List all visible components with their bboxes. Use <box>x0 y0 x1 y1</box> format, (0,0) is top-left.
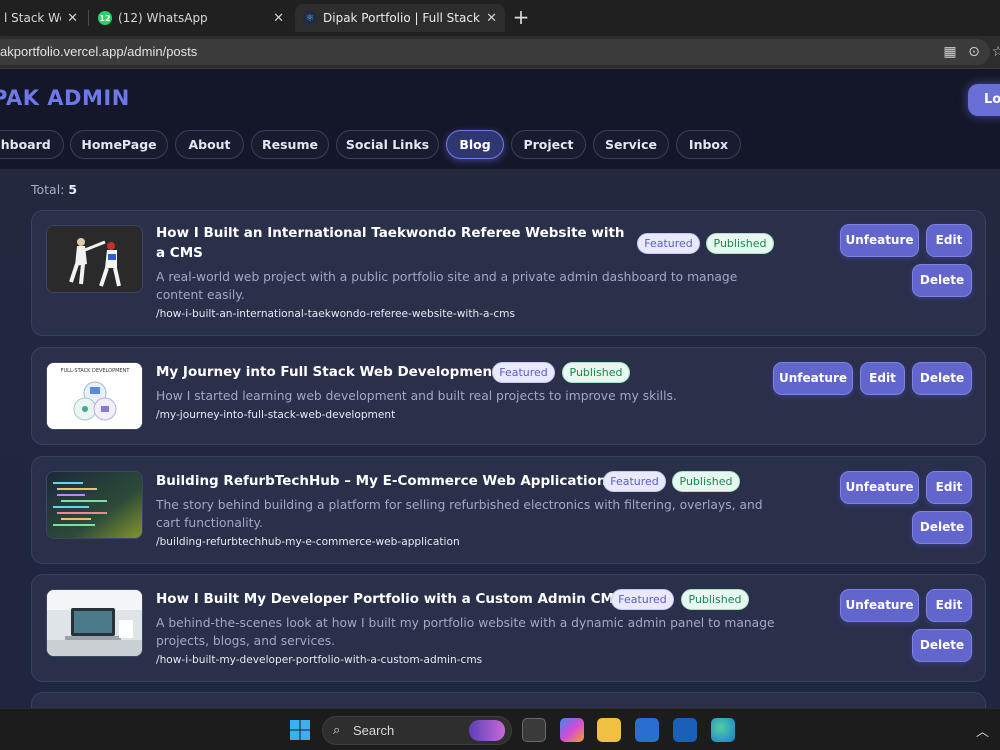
featured-badge: Featured <box>611 589 674 610</box>
total-label: Total: <box>31 182 65 197</box>
task-view-icon[interactable] <box>522 718 546 742</box>
chevron-up-icon[interactable]: ︿ <box>976 721 989 740</box>
post-slug: /how-i-built-an-international-taekwondo-… <box>156 308 515 320</box>
admin-header: PAK ADMIN Lo shboard HomePage About Resu… <box>0 69 1000 169</box>
browser-tab[interactable]: 12 (12) WhatsApp ✕ <box>90 4 292 32</box>
post-slug: /my-journey-into-full-stack-web-developm… <box>156 409 396 421</box>
published-badge: Published <box>562 362 630 383</box>
post-slug: /building-refurbtechhub-my-e-commerce-we… <box>156 536 460 548</box>
react-icon: ⚛ <box>303 11 317 25</box>
edit-button[interactable]: Edit <box>926 589 972 622</box>
edit-button[interactable]: Edit <box>926 224 972 257</box>
post-title[interactable]: Building RefurbTechHub – My E-Commerce W… <box>156 471 606 491</box>
post-card: How I Built an International Taekwondo R… <box>31 210 986 336</box>
nav-about[interactable]: About <box>175 130 244 159</box>
featured-badge: Featured <box>603 471 666 492</box>
file-explorer-icon[interactable] <box>597 718 621 742</box>
search-label: Search <box>353 723 395 738</box>
post-card: FULL-STACK DEVELOPMENT My Journey into F… <box>31 347 986 445</box>
windows-start-icon[interactable] <box>288 718 312 742</box>
featured-badge: Featured <box>492 362 555 383</box>
unfeature-button[interactable]: Unfeature <box>840 224 919 257</box>
taskbar-search[interactable]: ⌕ Search <box>322 716 512 745</box>
delete-button[interactable]: Delete <box>912 511 972 544</box>
outlook-icon[interactable] <box>673 718 697 742</box>
favorite-icon[interactable]: ☆ <box>990 44 1000 60</box>
post-thumbnail: FULL-STACK DEVELOPMENT <box>46 362 143 430</box>
microsoft-store-icon[interactable] <box>635 718 659 742</box>
edit-button[interactable]: Edit <box>860 362 905 395</box>
post-title[interactable]: My Journey into Full Stack Web Developme… <box>156 362 499 382</box>
unfeature-button[interactable]: Unfeature <box>840 589 919 622</box>
new-tab-icon[interactable]: + <box>510 6 532 28</box>
posts-content: Total: 5 How I Built an International Ta… <box>0 169 1000 708</box>
tab-title: Dipak Portfolio | Full Stack Develop <box>323 11 480 25</box>
copilot-icon[interactable] <box>560 718 584 742</box>
post-description: A behind-the-scenes look at how I built … <box>156 616 775 648</box>
close-icon[interactable]: ✕ <box>67 11 78 26</box>
nav-project[interactable]: Project <box>511 130 586 159</box>
post-title[interactable]: How I Built an International Taekwondo R… <box>156 223 626 263</box>
post-card <box>31 692 986 708</box>
close-icon[interactable]: ✕ <box>486 11 497 26</box>
browser-tab[interactable]: l Stack Web De ✕ <box>0 4 86 32</box>
post-thumbnail <box>46 589 143 657</box>
close-icon[interactable]: ✕ <box>273 11 284 26</box>
published-badge: Published <box>681 589 749 610</box>
logout-button[interactable]: Lo <box>968 84 1000 116</box>
nav-homepage[interactable]: HomePage <box>70 130 168 159</box>
post-thumbnail <box>46 471 143 539</box>
post-description: How I started learning web development a… <box>156 389 677 403</box>
unfeature-button[interactable]: Unfeature <box>773 362 853 395</box>
post-description: The story behind building a platform for… <box>156 498 763 530</box>
nav-dashboard[interactable]: shboard <box>0 130 64 159</box>
whatsapp-icon: 12 <box>98 11 112 25</box>
more-options-icon[interactable]: ⊙ <box>966 44 982 60</box>
delete-button[interactable]: Delete <box>912 362 972 395</box>
post-card: Building RefurbTechHub – My E-Commerce W… <box>31 456 986 564</box>
browser-tab-active[interactable]: ⚛ Dipak Portfolio | Full Stack Develop ✕ <box>295 4 505 32</box>
published-badge: Published <box>706 233 774 254</box>
nav-blog[interactable]: Blog <box>446 130 504 159</box>
tab-title: l Stack Web De <box>4 11 61 25</box>
edit-button[interactable]: Edit <box>926 471 972 504</box>
tab-title: (12) WhatsApp <box>118 11 208 25</box>
post-slug: /how-i-built-my-developer-portfolio-with… <box>156 654 483 666</box>
tab-divider <box>88 10 89 26</box>
post-title[interactable]: How I Built My Developer Portfolio with … <box>156 589 624 609</box>
post-description: A real-world web project with a public p… <box>156 270 738 302</box>
nav-social-links[interactable]: Social Links <box>336 130 439 159</box>
published-badge: Published <box>672 471 740 492</box>
thumb-caption: FULL-STACK DEVELOPMENT <box>61 368 131 374</box>
edge-browser-icon[interactable] <box>711 718 735 742</box>
unfeature-button[interactable]: Unfeature <box>840 471 919 504</box>
browser-tab-strip: l Stack Web De ✕ 12 (12) WhatsApp ✕ ⚛ Di… <box>0 0 1000 36</box>
post-thumbnail <box>46 225 143 293</box>
split-screen-icon[interactable]: ▦ <box>942 44 958 60</box>
windows-taskbar: ⌕ Search ︿ <box>0 708 1000 750</box>
search-highlight-icon <box>469 720 505 741</box>
total-count: Total: 5 <box>31 182 77 197</box>
delete-button[interactable]: Delete <box>912 629 972 662</box>
nav-inbox[interactable]: Inbox <box>676 130 741 159</box>
search-icon: ⌕ <box>333 722 341 737</box>
total-value: 5 <box>68 182 78 197</box>
brand-logo[interactable]: PAK ADMIN <box>0 86 130 110</box>
nav-service[interactable]: Service <box>593 130 669 159</box>
address-bar: akportfolio.vercel.app/admin/posts ▦ ⊙ ☆ <box>0 36 1000 69</box>
delete-button[interactable]: Delete <box>912 264 972 297</box>
post-card: How I Built My Developer Portfolio with … <box>31 574 986 682</box>
featured-badge: Featured <box>637 233 700 254</box>
nav-resume[interactable]: Resume <box>251 130 329 159</box>
url-field[interactable]: akportfolio.vercel.app/admin/posts <box>0 39 990 65</box>
